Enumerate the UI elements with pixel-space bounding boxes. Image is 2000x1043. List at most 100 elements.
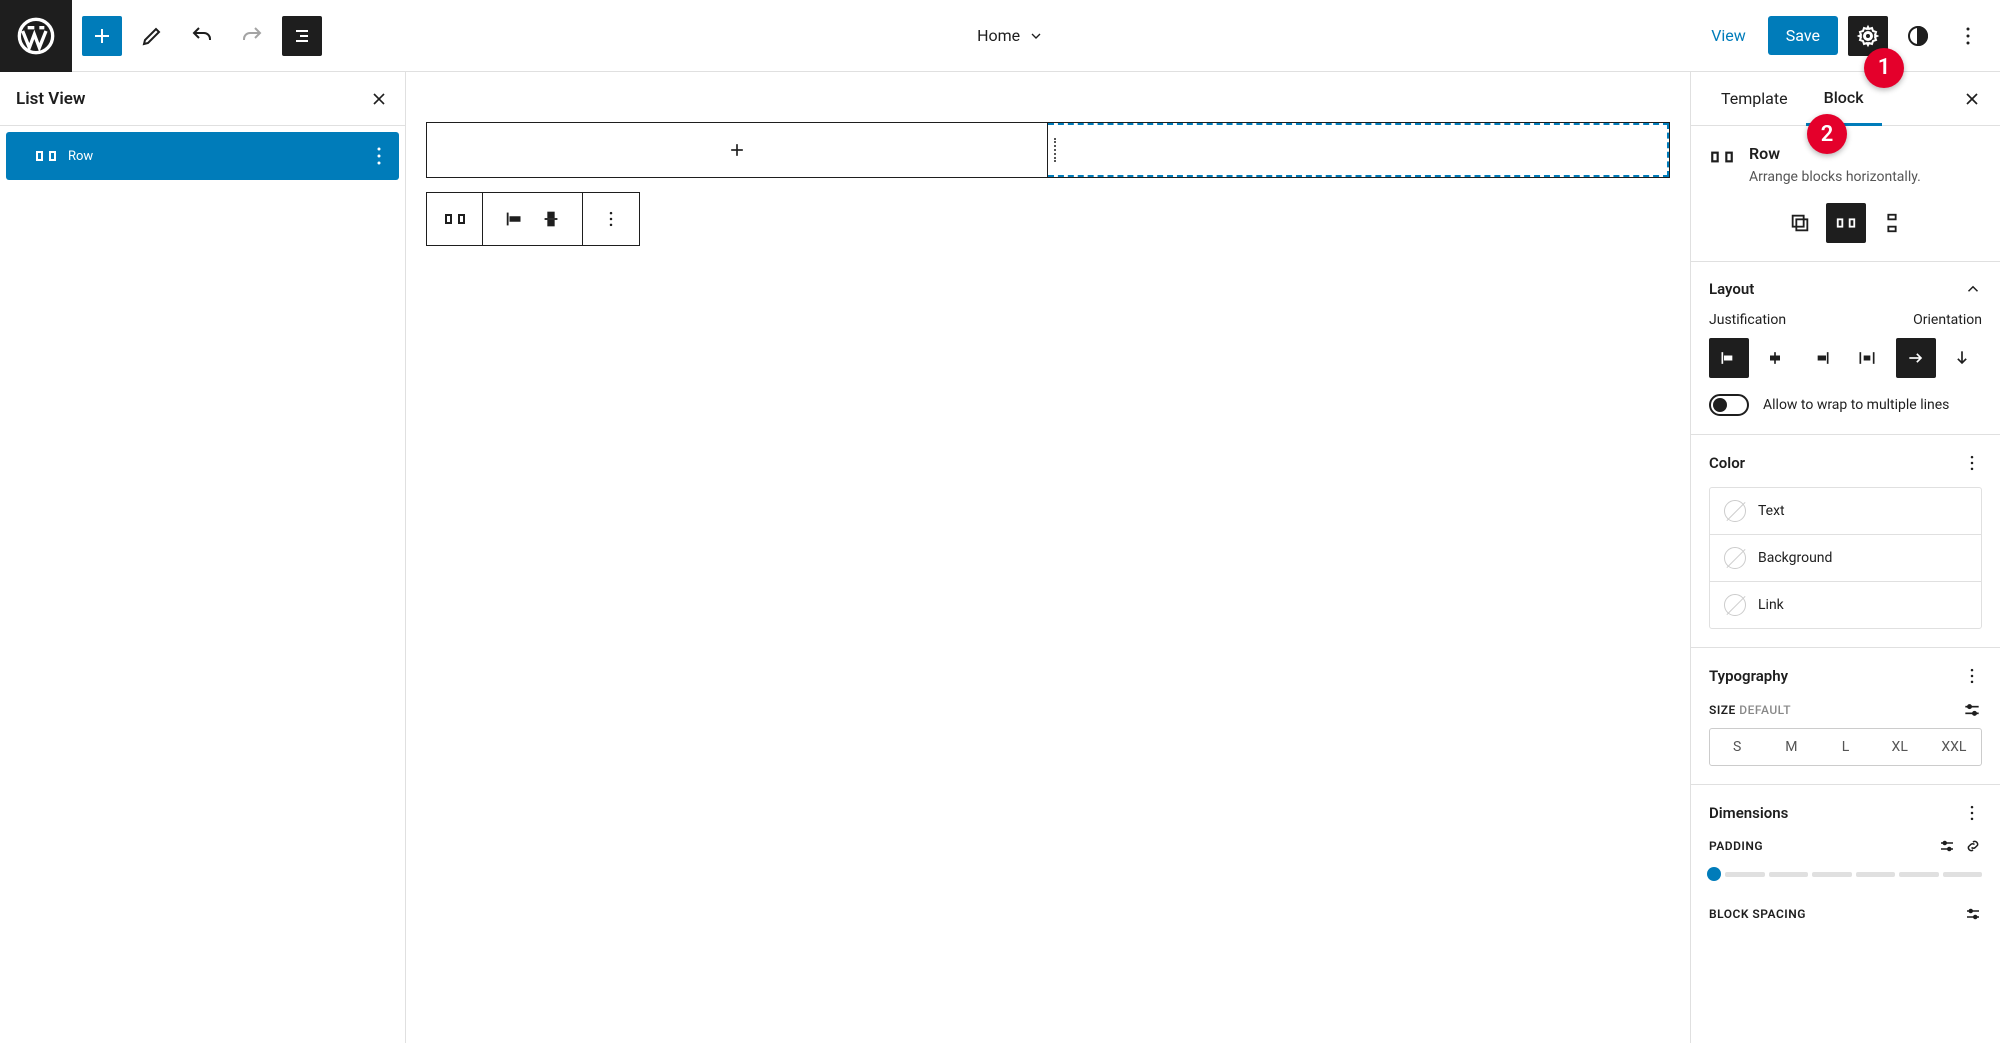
variant-group[interactable] — [1780, 203, 1820, 243]
orientation-buttons — [1896, 338, 1982, 378]
justify-right[interactable] — [1801, 338, 1841, 378]
color-text[interactable]: Text — [1710, 488, 1981, 535]
list-view-header: List View — [0, 72, 405, 126]
settings-panel: Template Block 2 Row Arrange blocks hori… — [1690, 72, 2000, 1043]
layout-header[interactable]: Layout — [1709, 280, 1982, 298]
block-toolbar — [426, 192, 640, 246]
block-type-button[interactable] — [427, 193, 483, 245]
size-custom-toggle[interactable] — [1962, 700, 1982, 720]
size-options: S M L XL XXL — [1709, 728, 1982, 766]
save-button[interactable]: Save — [1768, 16, 1838, 55]
arrow-right-icon — [1906, 348, 1926, 368]
chevron-down-icon — [1028, 28, 1044, 44]
arrow-down-icon — [1952, 348, 1972, 368]
chevron-up-icon — [1964, 280, 1982, 298]
row-icon — [20, 144, 58, 168]
undo-button[interactable] — [182, 16, 222, 56]
slider-knob[interactable] — [1707, 867, 1721, 881]
size-s[interactable]: S — [1710, 729, 1764, 765]
annotation-badge-1: 1 — [1864, 48, 1904, 88]
wordpress-logo[interactable] — [0, 0, 72, 72]
list-item-row[interactable]: Row — [6, 132, 399, 180]
size-xl[interactable]: XL — [1873, 729, 1927, 765]
color-link[interactable]: Link — [1710, 582, 1981, 628]
block-spacing-custom[interactable] — [1964, 905, 1982, 923]
color-header: Color — [1709, 453, 1982, 473]
more-options-button[interactable] — [1948, 16, 1988, 56]
view-button[interactable]: View — [1699, 18, 1758, 53]
dimensions-options[interactable] — [1962, 803, 1982, 823]
stack-icon — [1881, 212, 1903, 234]
typography-title: Typography — [1709, 667, 1788, 685]
padding-slider[interactable] — [1709, 867, 1982, 881]
justification-label: Justification — [1709, 312, 1786, 328]
more-vertical-icon — [1962, 453, 1982, 473]
redo-icon — [240, 24, 264, 48]
list-item-options[interactable] — [353, 144, 391, 168]
padding-link[interactable] — [1964, 837, 1982, 855]
document-title[interactable]: Home — [977, 26, 1044, 45]
tab-template[interactable]: Template — [1703, 73, 1806, 124]
toolbar-right: View Save 1 — [1699, 16, 1988, 56]
row-column-2[interactable] — [1048, 123, 1670, 177]
settings-tabs: Template Block 2 — [1691, 72, 2000, 126]
size-xxl[interactable]: XXL — [1927, 729, 1981, 765]
editor-canvas[interactable] — [406, 72, 1690, 1043]
justify-center[interactable] — [1755, 338, 1795, 378]
justify-between-icon — [1857, 348, 1877, 368]
layout-title: Layout — [1709, 280, 1754, 298]
orientation-vertical[interactable] — [1942, 338, 1982, 378]
wrap-toggle[interactable] — [1709, 394, 1749, 416]
color-list: Text Background Link — [1709, 487, 1982, 629]
swatch-icon — [1724, 500, 1746, 522]
more-vertical-icon — [1962, 803, 1982, 823]
plus-icon — [90, 24, 114, 48]
color-item-label: Text — [1758, 503, 1785, 519]
layout-labels: Justification Orientation — [1709, 312, 1982, 328]
variant-stack[interactable] — [1872, 203, 1912, 243]
block-spacing-label: BLOCK SPACING — [1709, 907, 1806, 921]
row-column-1[interactable] — [427, 123, 1048, 177]
plus-icon[interactable] — [727, 140, 747, 160]
justify-left[interactable] — [1709, 338, 1749, 378]
size-m[interactable]: M — [1764, 729, 1818, 765]
more-vertical-icon — [1962, 666, 1982, 686]
padding-custom[interactable] — [1938, 837, 1956, 855]
swatch-icon — [1724, 594, 1746, 616]
alignment-controls[interactable] — [483, 193, 583, 245]
contrast-icon — [1906, 24, 1930, 48]
list-view-body: Row — [0, 126, 405, 186]
dimensions-header: Dimensions — [1709, 803, 1982, 823]
size-l[interactable]: L — [1818, 729, 1872, 765]
page-title-text: Home — [977, 26, 1020, 45]
sliders-icon — [1938, 837, 1956, 855]
annotation-badge-2: 2 — [1807, 114, 1847, 154]
wordpress-icon — [16, 16, 56, 56]
typography-options[interactable] — [1962, 666, 1982, 686]
more-vertical-icon — [1956, 24, 1980, 48]
typography-header: Typography — [1709, 666, 1982, 686]
styles-toggle[interactable] — [1898, 16, 1938, 56]
undo-icon — [190, 24, 214, 48]
row-block[interactable] — [426, 122, 1670, 178]
close-icon — [1962, 89, 1982, 109]
redo-button[interactable] — [232, 16, 272, 56]
justify-space-between[interactable] — [1847, 338, 1887, 378]
orientation-horizontal[interactable] — [1896, 338, 1936, 378]
add-block-button[interactable] — [82, 16, 122, 56]
align-left-icon — [504, 208, 526, 230]
dimensions-section: Dimensions PADDING BLOCK SPACING — [1691, 784, 2000, 953]
color-background[interactable]: Background — [1710, 535, 1981, 582]
block-more-options[interactable] — [583, 193, 639, 245]
color-options[interactable] — [1962, 453, 1982, 473]
main-area: List View Row — [0, 72, 2000, 1043]
close-list-view-button[interactable] — [369, 89, 389, 109]
justify-left-icon — [1719, 348, 1739, 368]
group-icon — [1789, 212, 1811, 234]
variant-row[interactable] — [1826, 203, 1866, 243]
edit-button[interactable] — [132, 16, 172, 56]
pencil-icon — [140, 24, 164, 48]
justify-center-icon — [1765, 348, 1785, 368]
close-settings-button[interactable] — [1956, 83, 1988, 115]
list-view-toggle[interactable] — [282, 16, 322, 56]
